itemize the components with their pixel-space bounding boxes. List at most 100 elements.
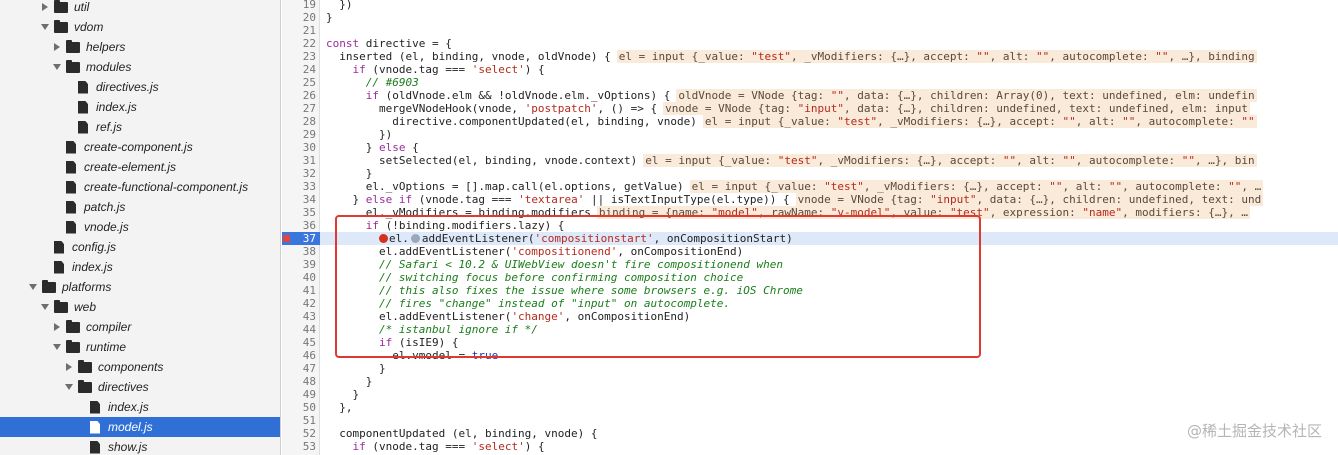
code-line[interactable]: 52 componentUpdated (el, binding, vnode)…: [282, 427, 1338, 440]
line-number[interactable]: 25: [282, 76, 316, 89]
collapse-arrow-icon[interactable]: [40, 2, 50, 12]
line-number[interactable]: 46: [282, 349, 316, 362]
line-number[interactable]: 49: [282, 388, 316, 401]
collapse-arrow-icon[interactable]: [52, 42, 62, 52]
line-number[interactable]: 43: [282, 310, 316, 323]
tree-folder[interactable]: compiler: [0, 317, 280, 337]
line-number[interactable]: 52: [282, 427, 316, 440]
code-line[interactable]: 41 // this also fixes the issue where so…: [282, 284, 1338, 297]
tree-file[interactable]: index.js: [0, 397, 280, 417]
code-line[interactable]: 23 inserted (el, binding, vnode, oldVnod…: [282, 50, 1338, 63]
code-line[interactable]: 28 directive.componentUpdated(el, bindin…: [282, 115, 1338, 128]
code-line[interactable]: 20}: [282, 11, 1338, 24]
line-number[interactable]: 31: [282, 154, 316, 167]
code-line[interactable]: 47 }: [282, 362, 1338, 375]
tree-folder[interactable]: util: [0, 0, 280, 17]
expand-arrow-icon[interactable]: [40, 302, 50, 312]
line-number[interactable]: 30: [282, 141, 316, 154]
line-number[interactable]: 21: [282, 24, 316, 37]
line-number[interactable]: 51: [282, 414, 316, 427]
tree-folder[interactable]: directives: [0, 377, 280, 397]
expand-arrow-icon[interactable]: [40, 22, 50, 32]
tree-folder[interactable]: components: [0, 357, 280, 377]
code-editor[interactable]: 19 }) 20} 21 22 const directive = {23 insert…: [282, 0, 1338, 455]
line-number[interactable]: 20: [282, 11, 316, 24]
line-number[interactable]: 24: [282, 63, 316, 76]
tree-file[interactable]: create-element.js: [0, 157, 280, 177]
tree-file[interactable]: config.js: [0, 237, 280, 257]
code-line[interactable]: 40 // switching focus before confirming …: [282, 271, 1338, 284]
collapse-arrow-icon[interactable]: [52, 322, 62, 332]
code-line[interactable]: 35 el._vModifiers = binding.modifiers bin…: [282, 206, 1338, 219]
code-line[interactable]: 38 el.addEventListener('compositionend',…: [282, 245, 1338, 258]
tree-file[interactable]: patch.js: [0, 197, 280, 217]
code-line[interactable]: 33 el._vOptions = [].map.call(el.options…: [282, 180, 1338, 193]
line-number[interactable]: 26: [282, 89, 316, 102]
line-number[interactable]: 44: [282, 323, 316, 336]
breakpoint-marker-icon[interactable]: [283, 235, 290, 242]
tree-file[interactable]: create-component.js: [0, 137, 280, 157]
line-number[interactable]: 22: [282, 37, 316, 50]
tree-file[interactable]: model.js: [0, 417, 280, 437]
line-number[interactable]: 29: [282, 128, 316, 141]
line-number[interactable]: 23: [282, 50, 316, 63]
line-number[interactable]: 33: [282, 180, 316, 193]
line-number[interactable]: 50: [282, 401, 316, 414]
code-line[interactable]: 29 }): [282, 128, 1338, 141]
code-line[interactable]: 27 mergeVNodeHook(vnode, 'postpatch', ()…: [282, 102, 1338, 115]
code-line[interactable]: 50 },: [282, 401, 1338, 414]
tree-file[interactable]: index.js: [0, 97, 280, 117]
line-number[interactable]: 28: [282, 115, 316, 128]
code-line[interactable]: 34 } else if (vnode.tag === 'textarea' |…: [282, 193, 1338, 206]
tree-folder[interactable]: modules: [0, 57, 280, 77]
code-line[interactable]: 31 setSelected(el, binding, vnode.contex…: [282, 154, 1338, 167]
line-number[interactable]: 48: [282, 375, 316, 388]
tree-folder[interactable]: helpers: [0, 37, 280, 57]
line-number[interactable]: 36: [282, 219, 316, 232]
line-number[interactable]: 45: [282, 336, 316, 349]
line-number[interactable]: 32: [282, 167, 316, 180]
code-line[interactable]: 36 if (!binding.modifiers.lazy) {: [282, 219, 1338, 232]
code-line[interactable]: 24 if (vnode.tag === 'select') {: [282, 63, 1338, 76]
expand-arrow-icon[interactable]: [52, 342, 62, 352]
line-number[interactable]: 40: [282, 271, 316, 284]
code-line[interactable]: 21: [282, 24, 1338, 37]
line-number[interactable]: 39: [282, 258, 316, 271]
code-line[interactable]: 42 // fires "change" instead of "input" …: [282, 297, 1338, 310]
collapse-arrow-icon[interactable]: [64, 362, 74, 372]
line-number[interactable]: 38: [282, 245, 316, 258]
code-line[interactable]: 49 }: [282, 388, 1338, 401]
expand-arrow-icon[interactable]: [52, 62, 62, 72]
tree-file[interactable]: vnode.js: [0, 217, 280, 237]
inline-step-icon[interactable]: [410, 234, 420, 243]
code-line[interactable]: 45 if (isIE9) {: [282, 336, 1338, 349]
tree-folder[interactable]: vdom: [0, 17, 280, 37]
code-line[interactable]: 44 /* istanbul ignore if */: [282, 323, 1338, 336]
code-line[interactable]: 25 // #6903: [282, 76, 1338, 89]
line-number[interactable]: 41: [282, 284, 316, 297]
line-number[interactable]: 42: [282, 297, 316, 310]
code-line[interactable]: 22 const directive = {: [282, 37, 1338, 50]
inline-breakpoint-icon[interactable]: [378, 234, 388, 243]
tree-file[interactable]: ref.js: [0, 117, 280, 137]
code-line[interactable]: 30 } else {: [282, 141, 1338, 154]
code-line[interactable]: 48 }: [282, 375, 1338, 388]
tree-file[interactable]: directives.js: [0, 77, 280, 97]
tree-folder[interactable]: platforms: [0, 277, 280, 297]
code-line[interactable]: 19 }): [282, 0, 1338, 11]
code-line[interactable]: 51: [282, 414, 1338, 427]
code-line[interactable]: 32 }: [282, 167, 1338, 180]
line-number[interactable]: 34: [282, 193, 316, 206]
tree-file[interactable]: show.js: [0, 437, 280, 455]
code-line[interactable]: 53 if (vnode.tag === 'select') {: [282, 440, 1338, 453]
tree-folder[interactable]: runtime: [0, 337, 280, 357]
line-number[interactable]: 47: [282, 362, 316, 375]
code-line[interactable]: 37 el. addEventListener('compositionstart…: [282, 232, 1338, 245]
tree-folder[interactable]: web: [0, 297, 280, 317]
line-number[interactable]: 53: [282, 440, 316, 453]
code-line[interactable]: 43 el.addEventListener('change', onCompo…: [282, 310, 1338, 323]
line-number[interactable]: 35: [282, 206, 316, 219]
line-number[interactable]: 27: [282, 102, 316, 115]
expand-arrow-icon[interactable]: [64, 382, 74, 392]
expand-arrow-icon[interactable]: [28, 282, 38, 292]
